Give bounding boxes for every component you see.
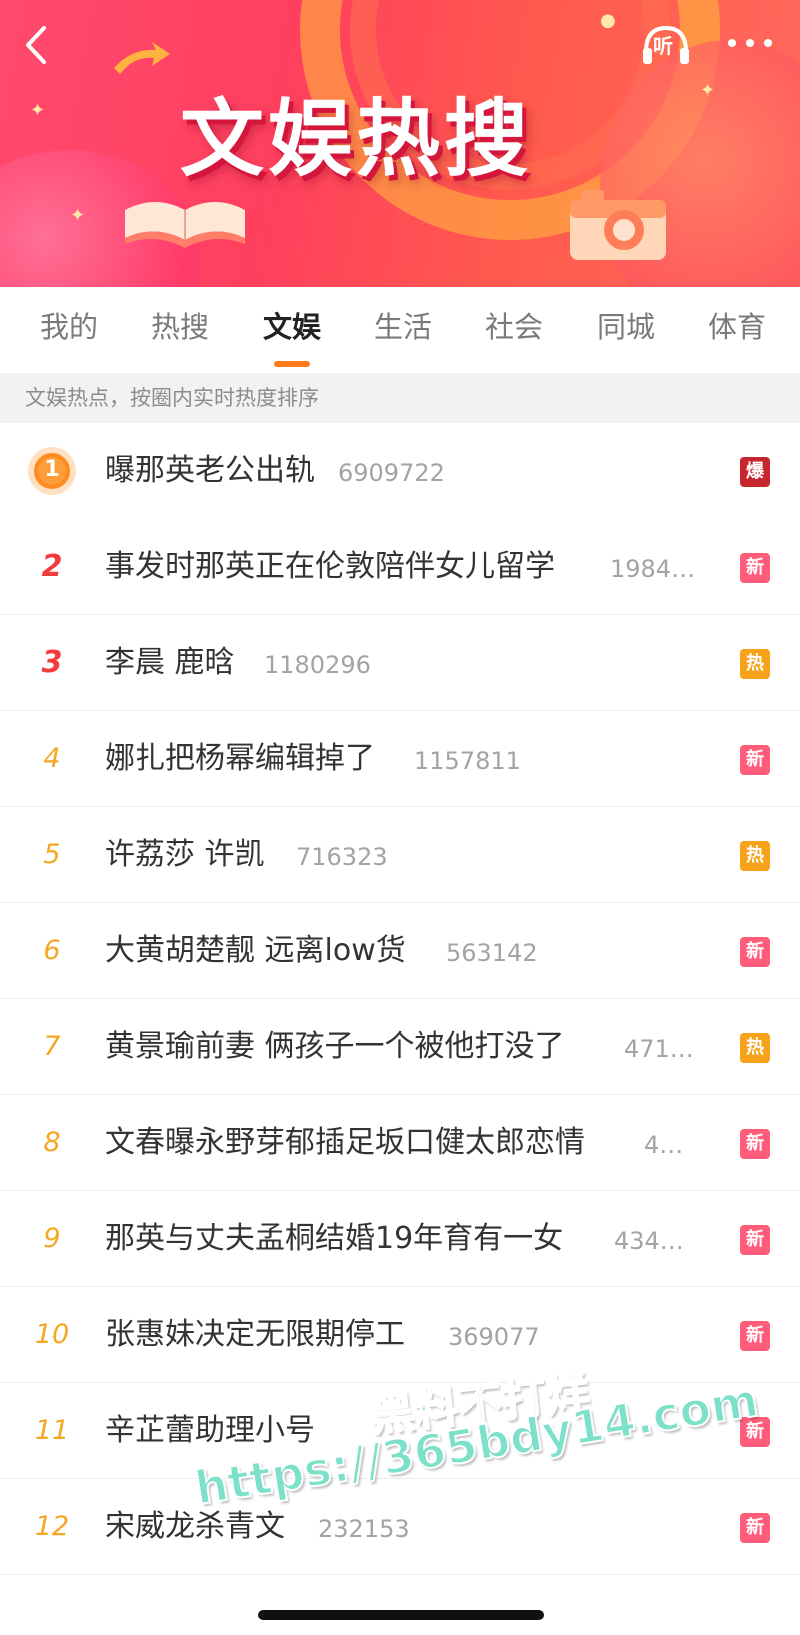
item-count: 563142 <box>446 939 538 967</box>
status-badge: 新 <box>740 745 770 775</box>
item-title: 许荔莎 许凯 <box>105 837 265 872</box>
chevron-left-icon <box>26 26 46 64</box>
list-item[interactable]: 4 娜扎把杨幂编辑掉了 1157811 新 <box>0 711 800 807</box>
list-item[interactable]: 6 大黄胡楚靓 远离low货 563142 新 <box>0 903 800 999</box>
tab-life[interactable]: 生活 <box>363 307 443 347</box>
more-dots-icon <box>728 39 772 47</box>
item-count: 434… <box>614 1227 684 1255</box>
list-item[interactable]: 7 黄景瑜前妻 俩孩子一个被他打没了 471… 热 <box>0 999 800 1095</box>
status-badge: 新 <box>740 1225 770 1255</box>
listen-button[interactable]: 听 <box>640 22 692 68</box>
item-title: 娜扎把杨幂编辑掉了 <box>105 741 375 776</box>
item-title: 大黄胡楚靓 远离low货 <box>105 933 406 968</box>
rank-number: 6 <box>43 935 61 966</box>
rank-number: 8 <box>43 1127 61 1158</box>
status-badge: 热 <box>740 1033 770 1063</box>
rank-number: 10 <box>34 1319 70 1350</box>
status-badge: 新 <box>740 937 770 967</box>
item-title: 宋威龙杀青文 <box>105 1509 285 1544</box>
status-badge: 新 <box>740 1129 770 1159</box>
item-count: 471… <box>624 1035 694 1063</box>
sparkle-icon: ✦ <box>30 100 46 121</box>
row-divider <box>0 1574 800 1575</box>
rank-number: 9 <box>43 1223 61 1254</box>
item-count: 716323 <box>296 843 388 871</box>
tab-sports[interactable]: 体育 <box>697 307 777 347</box>
page-title: 文娱热搜 <box>180 90 533 188</box>
tab-society[interactable]: 社会 <box>474 307 554 347</box>
rank-number: 12 <box>34 1511 70 1542</box>
item-title: 那英与丈夫孟桐结婚19年育有一女 <box>105 1221 564 1256</box>
item-title: 李晨 鹿晗 <box>105 645 235 680</box>
status-badge: 新 <box>740 1321 770 1351</box>
sparkle-icon: ● <box>600 10 616 31</box>
list-item[interactable]: 2 事发时那英正在伦敦陪伴女儿留学 1984… 新 <box>0 519 800 615</box>
rank-number: 11 <box>34 1415 70 1446</box>
item-title: 事发时那英正在伦敦陪伴女儿留学 <box>105 549 555 584</box>
status-badge: 爆 <box>740 457 770 487</box>
rank-number: 7 <box>43 1031 61 1062</box>
section-description-text: 文娱热点，按圈内实时热度排序 <box>25 386 319 410</box>
active-tab-indicator <box>274 361 310 367</box>
more-button[interactable] <box>722 26 778 66</box>
item-count: 369077 <box>448 1323 540 1351</box>
listen-label: 听 <box>653 34 673 58</box>
list-item[interactable]: 9 那英与丈夫孟桐结婚19年育有一女 434… 新 <box>0 1191 800 1287</box>
item-count: 1157811 <box>414 747 521 775</box>
item-title: 文春曝永野芽郁插足坂口健太郎恋情 <box>105 1125 585 1160</box>
list-item[interactable]: 5 许荔莎 许凯 716323 热 <box>0 807 800 903</box>
tab-hot-search[interactable]: 热搜 <box>140 307 220 347</box>
tab-mine[interactable]: 我的 <box>29 307 109 347</box>
item-count: 1180296 <box>264 651 371 679</box>
tab-entertainment[interactable]: 文娱 <box>252 307 332 347</box>
item-title: 曝那英老公出轨 <box>105 453 315 488</box>
rank-number: 4 <box>43 743 61 774</box>
sparkle-icon: ✦ <box>70 205 86 226</box>
header-banner: ✦ ✦ ✦ ● 听 文娱热搜 <box>0 0 800 287</box>
item-count: 232153 <box>318 1515 410 1543</box>
tab-local[interactable]: 同城 <box>586 307 666 347</box>
status-badge: 热 <box>740 649 770 679</box>
rank-number: 3 <box>41 645 63 680</box>
sparkle-icon: ✦ <box>700 80 716 101</box>
item-title: 张惠妹决定无限期停工 <box>105 1317 405 1352</box>
status-badge: 新 <box>740 1513 770 1543</box>
list-item[interactable]: 8 文春曝永野芽郁插足坂口健太郎恋情 4… 新 <box>0 1095 800 1191</box>
rank-number: 1 <box>44 457 60 482</box>
section-description: 文娱热点，按圈内实时热度排序 <box>0 373 800 423</box>
item-count: 4… <box>644 1131 684 1159</box>
category-tabs: 我的 热搜 文娱 生活 社会 同城 体育 <box>0 287 800 373</box>
list-item[interactable]: 12 宋威龙杀青文 232153 新 <box>0 1479 800 1575</box>
rank-number: 5 <box>43 839 61 870</box>
status-badge: 热 <box>740 841 770 871</box>
back-button[interactable] <box>18 22 58 68</box>
arrow-decoration-icon <box>114 42 170 74</box>
item-count: 1984… <box>610 555 696 583</box>
home-indicator[interactable] <box>258 1610 544 1620</box>
rank-number: 2 <box>41 549 63 584</box>
list-item[interactable]: 10 张惠妹决定无限期停工 369077 新 <box>0 1287 800 1383</box>
item-title: 黄景瑜前妻 俩孩子一个被他打没了 <box>105 1029 565 1064</box>
item-count: 6909722 <box>338 459 445 487</box>
list-item[interactable]: 3 李晨 鹿晗 1180296 热 <box>0 615 800 711</box>
status-badge: 新 <box>740 553 770 583</box>
list-item[interactable]: 1 曝那英老公出轨 6909722 爆 <box>0 423 800 519</box>
